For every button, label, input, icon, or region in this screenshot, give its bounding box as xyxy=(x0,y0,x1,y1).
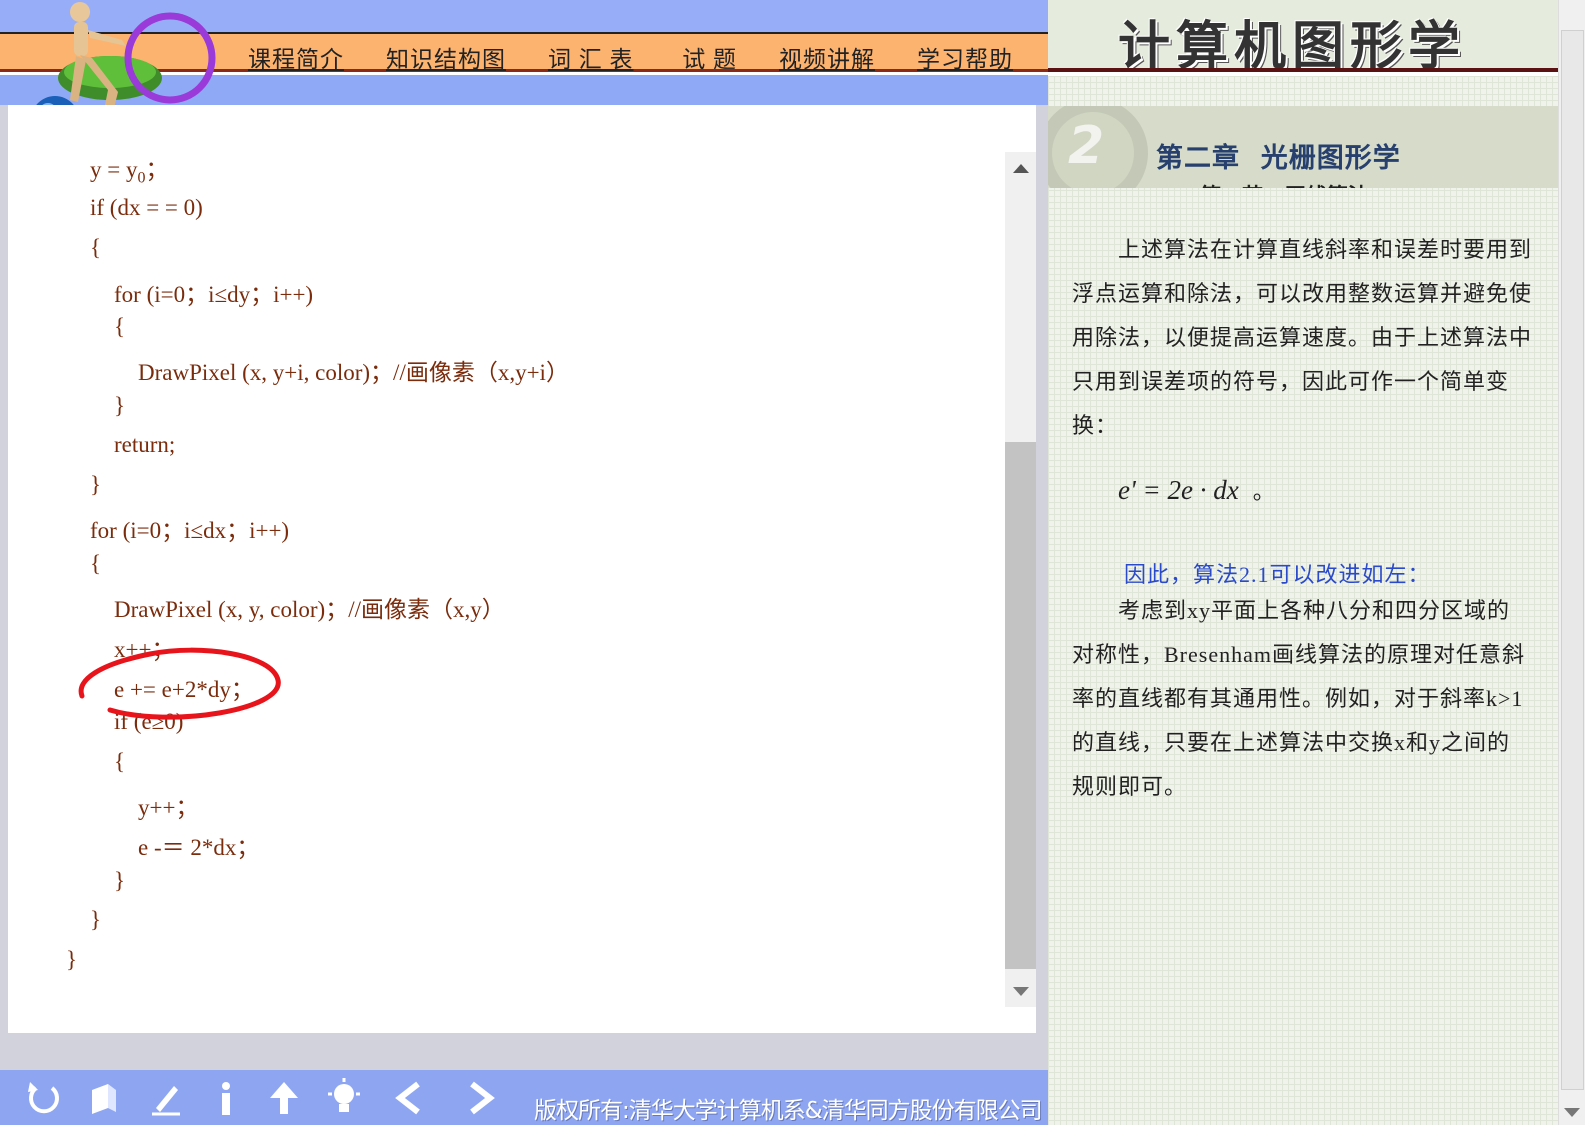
window-scrollbar[interactable] xyxy=(1558,0,1585,1125)
pen-icon[interactable] xyxy=(144,1078,188,1118)
code-line: for (i=0；i≤dy；i++) xyxy=(114,282,314,307)
code-line: if (dx = = 0) xyxy=(90,195,203,220)
nav-course-intro[interactable]: 课程简介 xyxy=(248,40,344,74)
next-icon[interactable] xyxy=(458,1078,502,1118)
formula: e' = 2e · dx。 xyxy=(1118,475,1275,505)
code-line: y = y0； xyxy=(90,157,169,187)
course-title: 计算机图形学 xyxy=(1118,17,1467,72)
code-line: } xyxy=(114,868,126,893)
section-title: 第一节 画线算法 xyxy=(1200,180,1369,188)
code-line: } xyxy=(114,393,126,418)
code-line: DrawPixel (x, y+i, color)；//画像素（x,y+i） xyxy=(138,360,569,385)
left-gutter xyxy=(0,105,8,1070)
info-icon[interactable] xyxy=(204,1078,248,1118)
code-line: { xyxy=(114,749,126,774)
code-line: DrawPixel (x, y, color)；//画像素（x,y） xyxy=(114,597,505,622)
scroll-down-icon xyxy=(1012,986,1029,996)
algorithm-link[interactable]: 因此，算法2.1可以改进如左： xyxy=(1124,557,1431,589)
code-line: } xyxy=(90,472,102,497)
explanation-paragraph-2: 考虑到xy平面上各种八分和四分区域的对称性，Bresenham画线算法的原理对任… xyxy=(1072,598,1525,799)
code-line: { xyxy=(90,235,102,260)
code-line: e -＝ 2*dx； xyxy=(138,835,260,860)
nav-help[interactable]: 学习帮助 xyxy=(917,40,1013,74)
scroll-up-button[interactable] xyxy=(1005,152,1036,184)
nav-video[interactable]: 视频讲解 xyxy=(779,40,875,74)
refresh-icon[interactable] xyxy=(22,1078,66,1118)
book-icon[interactable] xyxy=(82,1078,126,1118)
nav-glossary[interactable]: 词 汇 表 xyxy=(548,40,634,74)
chapter-banner: 2 第二章 光栅图形学 第一节 画线算法 xyxy=(1048,106,1558,188)
window-scroll-thumb[interactable] xyxy=(1561,30,1584,1090)
code-line: } xyxy=(66,947,78,972)
bulb-icon[interactable] xyxy=(322,1078,366,1118)
code-line: for (i=0；i≤dx；i++) xyxy=(90,518,290,543)
panel-divider xyxy=(1036,105,1048,1070)
nav-links: 课程简介 知识结构图 词 汇 表 试 题 视频讲解 学习帮助 xyxy=(248,40,1055,74)
code-line: } xyxy=(90,907,102,932)
scroll-down-button[interactable] xyxy=(1005,975,1036,1007)
annotation-circle xyxy=(78,647,281,720)
up-arrow-icon[interactable] xyxy=(262,1078,306,1118)
copyright-text: 版权所有:清华大学计算机系&清华同方股份有限公司 xyxy=(534,1098,1043,1124)
code-panel xyxy=(8,105,1036,1033)
nav-exam[interactable]: 试 题 xyxy=(676,40,738,74)
scroll-up-icon xyxy=(1012,163,1029,173)
explanation-paragraph-1: 上述算法在计算直线斜率和误差时要用到浮点运算和除法，可以改用整数运算并避免使用除… xyxy=(1072,237,1533,438)
window-scroll-down-icon[interactable] xyxy=(1564,1108,1580,1117)
code-line: return; xyxy=(114,432,176,457)
nav-knowledge-map[interactable]: 知识结构图 xyxy=(386,40,506,74)
panel-bottom-gap xyxy=(0,1033,1048,1070)
prev-icon[interactable] xyxy=(388,1078,432,1118)
code-scrollbar[interactable] xyxy=(1005,152,1036,1007)
chapter-number: 2 xyxy=(1068,116,1105,176)
code-line: { xyxy=(90,551,102,576)
chapter-title: 第二章 光栅图形学 xyxy=(1156,143,1401,174)
scroll-thumb[interactable] xyxy=(1005,442,1036,969)
code-line: y++； xyxy=(138,795,199,820)
code-line: { xyxy=(114,314,126,339)
course-title-bar: 计算机图形学 xyxy=(1048,0,1558,72)
